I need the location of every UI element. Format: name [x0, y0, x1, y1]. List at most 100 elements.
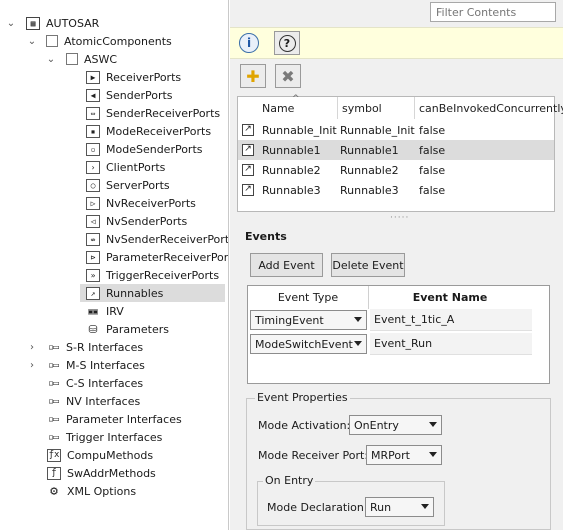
mode-activation-label: Mode Activation: [258, 419, 351, 432]
chevron-down-icon[interactable]: ⌄ [6, 18, 16, 29]
irv-icon: ▣▣ [86, 304, 100, 318]
mode-receiver-port-icon: ▪ [86, 124, 100, 138]
chevron-right-icon[interactable]: › [27, 342, 37, 353]
select-value: MRPort [371, 448, 410, 462]
tree-node-parameters[interactable]: ⛁ Parameters [80, 320, 225, 338]
client-port-icon: › [86, 160, 100, 174]
tree-node-port[interactable]: ⇔ SenderReceiverPorts [80, 104, 225, 122]
tree-node-port[interactable]: ◁ NvSenderPorts [80, 212, 225, 230]
tree-node-autosar[interactable]: ⌄ ▦ AUTOSAR [0, 14, 228, 32]
function-icon: ƒx [47, 448, 61, 462]
column-header-event-type[interactable]: Event Type [248, 286, 369, 309]
tree-node-port[interactable]: ▪ ModeReceiverPorts [80, 122, 225, 140]
tree-node-runnables[interactable]: ↗ Runnables [80, 284, 225, 302]
interface-folder-icon: ▫▭ [46, 376, 60, 390]
interface-folder-icon: ▫▭ [46, 430, 60, 444]
cell-name: Runnable3 [262, 183, 321, 197]
chevron-down-icon [429, 452, 437, 457]
column-header-symbol[interactable]: symbol [338, 97, 414, 119]
event-type-select[interactable]: TimingEvent [250, 310, 367, 330]
cell-concurrent: false [419, 183, 446, 197]
tree-node-irv[interactable]: ▣▣ IRV [80, 302, 225, 320]
tree-label: Parameter Interfaces [66, 412, 182, 426]
events-title: Events [245, 230, 287, 243]
info-icon[interactable]: i [239, 33, 259, 53]
tree-node-port[interactable]: ▶ ReceiverPorts [80, 68, 225, 86]
tree-node-interface[interactable]: ▫▭ NV Interfaces [0, 392, 228, 410]
tree-label: M-S Interfaces [66, 358, 145, 372]
properties-panel: i ? ✚ ✖ Name ^ symbol canBeInvokedConcur… [230, 0, 563, 530]
select-value: Run [370, 500, 392, 514]
event-type-select[interactable]: ModeSwitchEvent [250, 334, 367, 354]
server-port-icon: ○ [86, 178, 100, 192]
chevron-down-icon[interactable]: ⌄ [27, 36, 37, 47]
add-button[interactable]: ✚ [240, 64, 266, 88]
tree-node-xml-options[interactable]: ⚙ XML Options [0, 482, 228, 500]
delete-event-button[interactable]: Delete Event [331, 253, 405, 277]
tree-node-compu-methods[interactable]: ƒx CompuMethods [0, 446, 228, 464]
info-bar: i ? [230, 27, 563, 59]
tree-node-swaddr-methods[interactable]: ƒ SwAddrMethods [0, 464, 228, 482]
tree-node-interface[interactable]: › ▫▭ M-S Interfaces [0, 356, 228, 374]
tree-node-port[interactable]: ▫ ModeSenderPorts [80, 140, 225, 158]
table-row[interactable]: ↗ Runnable3 Runnable3 false [238, 180, 554, 200]
add-icon: ✚ [246, 66, 260, 86]
table-row[interactable]: ↗ Runnable2 Runnable2 false [238, 160, 554, 180]
event-name-cell[interactable]: Event_Run [370, 333, 532, 355]
tree-label: Trigger Interfaces [66, 430, 163, 444]
select-value: OnEntry [354, 418, 399, 432]
delete-button[interactable]: ✖ [275, 64, 301, 88]
tree-node-port[interactable]: ○ ServerPorts [80, 176, 225, 194]
tree-node-port[interactable]: » TriggerReceiverPorts [80, 266, 225, 284]
receiver-port-icon: ▶ [86, 70, 100, 84]
interface-folder-icon: ▫▭ [46, 340, 60, 354]
mode-declaration-select[interactable]: Run [365, 497, 434, 517]
tree-node-port[interactable]: ⊳ ParameterReceiverPorts [80, 248, 228, 266]
trigger-receiver-port-icon: » [86, 268, 100, 282]
table-row[interactable]: ↗ Runnable1 Runnable1 false [238, 140, 554, 160]
tree-node-port[interactable]: ◀ SenderPorts [80, 86, 225, 104]
tree-node-interface[interactable]: ▫▭ Trigger Interfaces [0, 428, 228, 446]
filter-input[interactable] [430, 2, 556, 22]
tree-node-port[interactable]: ⇎ NvSenderReceiverPorts [80, 230, 228, 248]
cell-concurrent: false [419, 143, 446, 157]
tree-label: C-S Interfaces [66, 376, 144, 390]
tree-node-aswc[interactable]: ⌄ ASWC [0, 50, 228, 68]
header-label: symbol [342, 101, 382, 115]
tree-node-interface[interactable]: ▫▭ Parameter Interfaces [0, 410, 228, 428]
mode-receiver-port-select[interactable]: MRPort [366, 445, 442, 465]
cell-symbol: Runnable2 [340, 163, 399, 177]
resize-grip[interactable]: ····· [390, 213, 409, 223]
select-value: TimingEvent [255, 313, 324, 327]
cell-name: Runnable1 [262, 143, 321, 157]
column-header-name[interactable]: Name ^ [258, 94, 338, 119]
column-header-concurrent[interactable]: canBeInvokedConcurrently [415, 97, 563, 119]
chevron-down-icon [354, 341, 362, 346]
cell-symbol: Runnable1 [340, 143, 399, 157]
add-event-button[interactable]: Add Event [250, 253, 323, 277]
tree-label: ServerPorts [106, 178, 170, 192]
tree-node-atomic-components[interactable]: ⌄ AtomicComponents [0, 32, 228, 50]
tree-node-interface[interactable]: ▫▭ C-S Interfaces [0, 374, 228, 392]
chevron-right-icon[interactable]: › [27, 360, 37, 371]
sender-receiver-port-icon: ⇔ [86, 106, 100, 120]
chevron-down-icon[interactable]: ⌄ [46, 54, 56, 65]
mode-activation-select[interactable]: OnEntry [349, 415, 442, 435]
mode-sender-port-icon: ▫ [86, 142, 100, 156]
tree-label: AtomicComponents [64, 34, 172, 48]
tree-node-interface[interactable]: › ▫▭ S-R Interfaces [0, 338, 228, 356]
header-label: Name [262, 101, 295, 115]
nv-sender-port-icon: ◁ [86, 214, 100, 228]
interface-folder-icon: ▫▭ [46, 358, 60, 372]
interface-folder-icon: ▫▭ [46, 412, 60, 426]
select-value: ModeSwitchEvent [255, 337, 353, 351]
tree-label: S-R Interfaces [66, 340, 144, 354]
gear-icon: ⚙ [47, 484, 61, 498]
column-header-event-name[interactable]: Event Name [370, 286, 530, 309]
help-button[interactable]: ? [274, 31, 300, 55]
event-name-cell[interactable]: Event_t_1tic_A [370, 309, 532, 331]
tree-node-port[interactable]: ▷ NvReceiverPorts [80, 194, 225, 212]
table-row[interactable]: ↗ Runnable_Init Runnable_Init false [238, 120, 554, 140]
tree-node-port[interactable]: › ClientPorts [80, 158, 225, 176]
cell-name: Runnable_Init [262, 123, 337, 137]
